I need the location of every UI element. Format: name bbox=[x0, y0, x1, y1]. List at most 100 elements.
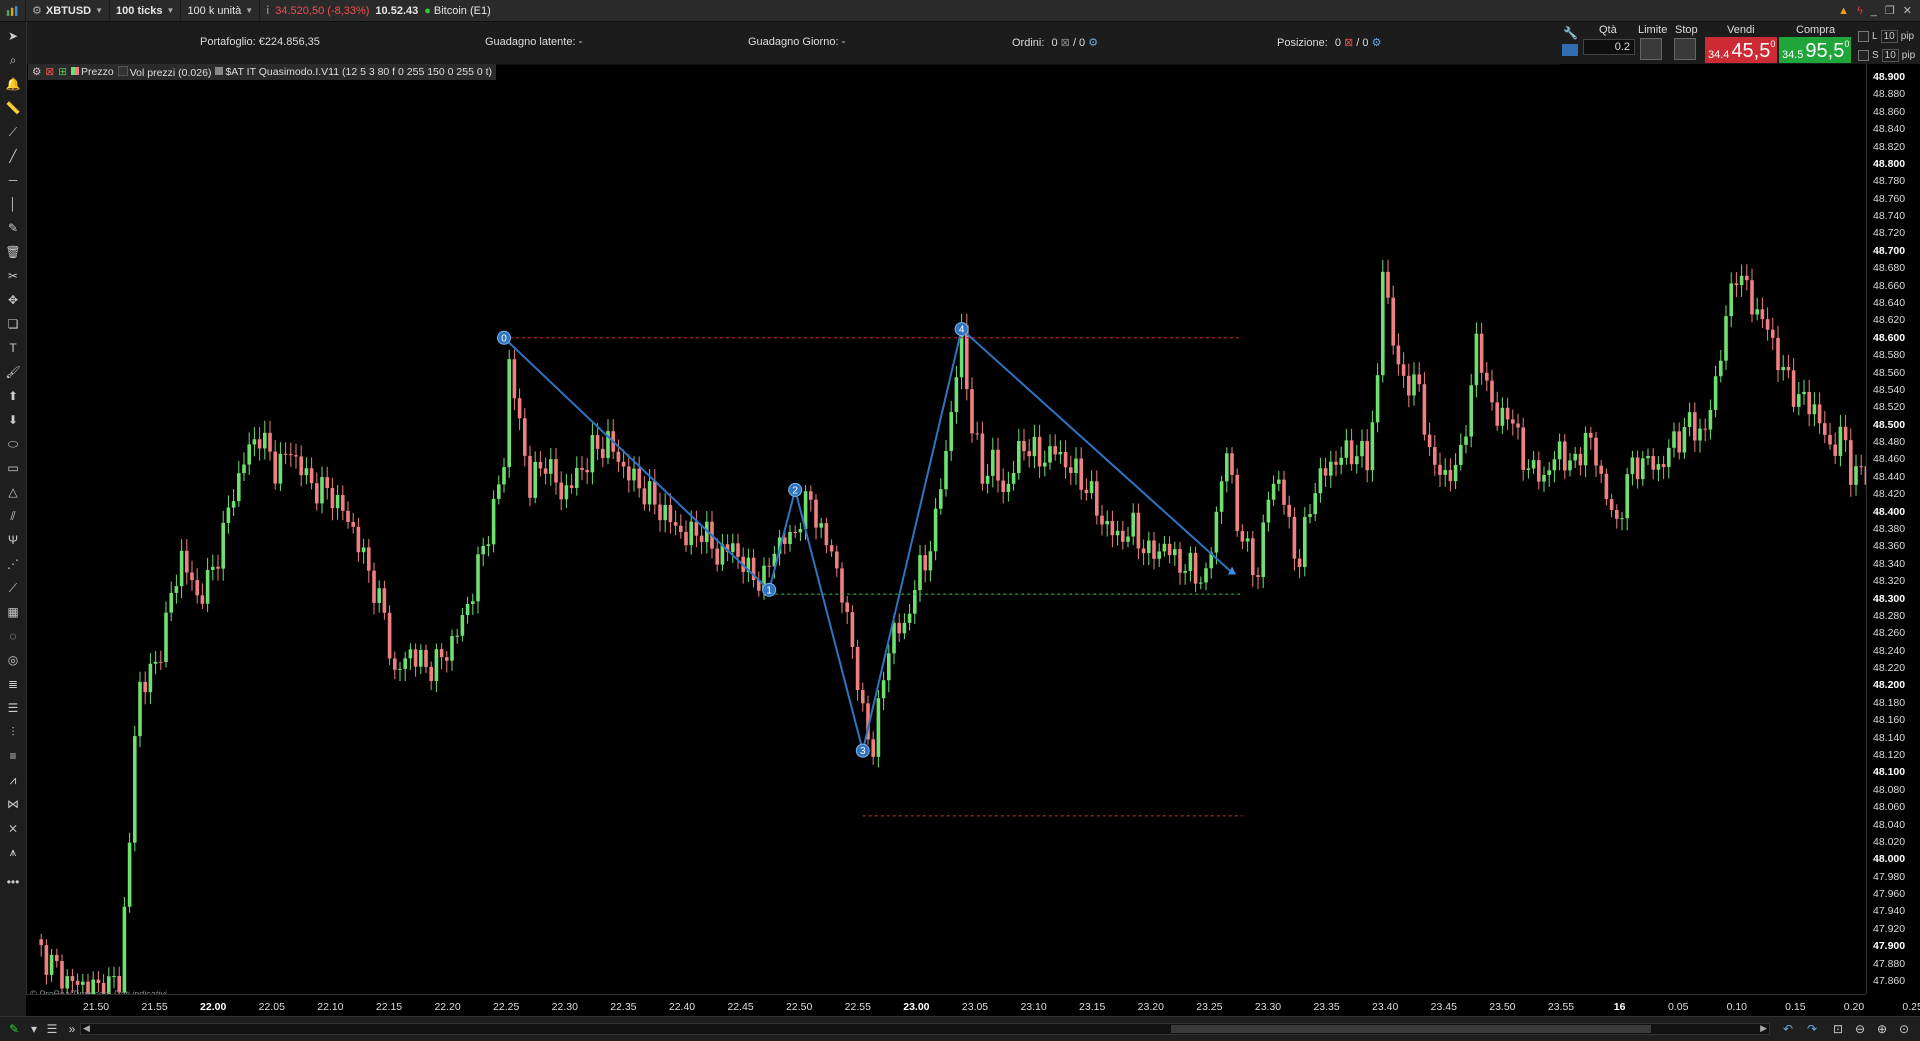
short-option[interactable]: S 10 pip bbox=[1858, 49, 1915, 62]
line-icon[interactable]: ╱ bbox=[5, 148, 21, 164]
app-logo-icon[interactable] bbox=[0, 0, 26, 22]
wrench-icon[interactable]: 🔧 bbox=[1563, 26, 1578, 40]
pattern-icon[interactable]: ⋈ bbox=[5, 796, 21, 812]
candle-body bbox=[1261, 522, 1265, 577]
redo-icon[interactable]: ↷ bbox=[1804, 1021, 1820, 1037]
candle-body bbox=[679, 525, 683, 532]
gann-fan-icon[interactable]: ⟋ bbox=[5, 580, 21, 596]
double-chevron-icon[interactable]: » bbox=[64, 1021, 80, 1037]
latent-gain: Guadagno latente: - bbox=[485, 36, 583, 48]
long-option[interactable]: L 10 pip bbox=[1858, 30, 1914, 43]
candle-body bbox=[731, 543, 735, 552]
channel-icon[interactable]: ⫽ bbox=[5, 508, 21, 524]
units-selector[interactable]: 100 k unità ▼ bbox=[181, 0, 261, 22]
sell-button[interactable]: 34.4 45,5 0 bbox=[1705, 37, 1777, 63]
candle-body bbox=[767, 565, 771, 567]
close-icon[interactable]: ✕ bbox=[1903, 4, 1912, 17]
candle-body bbox=[1453, 464, 1458, 482]
long-checkbox[interactable] bbox=[1858, 31, 1869, 42]
pattern-segment bbox=[861, 328, 963, 751]
bell-icon[interactable]: 🔔 bbox=[5, 76, 21, 92]
zoom-icon[interactable]: ⌕ bbox=[5, 52, 21, 68]
stop-order-button[interactable] bbox=[1674, 38, 1696, 60]
undo-icon[interactable]: ↶ bbox=[1780, 1021, 1796, 1037]
harmonic-icon[interactable]: ⨯ bbox=[5, 820, 21, 836]
candle-body bbox=[653, 481, 657, 505]
xabcd-icon[interactable]: ⩚ bbox=[5, 844, 21, 860]
price-axis[interactable]: 48.900 48.880 48.860 48.840 48.820 48.800 48.7… bbox=[1866, 64, 1920, 994]
fibonacci-time-icon[interactable]: ≡ bbox=[5, 748, 21, 764]
cursor-icon[interactable]: ➤ bbox=[5, 28, 21, 44]
tools-icon[interactable]: ✂ bbox=[5, 268, 21, 284]
long-pip-value[interactable]: 10 bbox=[1880, 30, 1898, 43]
move-icon[interactable]: ✥ bbox=[5, 292, 21, 308]
fibonacci-arc-icon[interactable]: ◌ bbox=[5, 628, 21, 644]
vertical-line-icon[interactable]: │ bbox=[5, 196, 21, 212]
gear-icon[interactable]: ⚙ bbox=[1372, 37, 1382, 49]
keyboard-icon[interactable] bbox=[1562, 44, 1578, 56]
gear-icon[interactable]: ⚙ bbox=[1088, 37, 1098, 49]
chart-scrollbar[interactable]: ◀ ▶ bbox=[80, 1023, 1770, 1035]
chevron-down-icon[interactable]: ▾ bbox=[26, 1021, 42, 1037]
timeframe-selector[interactable]: 100 ticks ▼ bbox=[110, 0, 182, 22]
symbol-icon: ⚙ bbox=[32, 5, 42, 17]
arrow-up-icon[interactable]: ⬆ bbox=[5, 388, 21, 404]
copy-icon[interactable]: ❏ bbox=[5, 316, 21, 332]
segment-icon[interactable]: ⟋ bbox=[5, 124, 21, 140]
qty-input[interactable]: 0.2 bbox=[1583, 39, 1635, 55]
text-icon[interactable]: T bbox=[5, 340, 21, 356]
candle-body bbox=[559, 482, 563, 500]
price-chart[interactable]: 0 1 2 3 4 bbox=[26, 64, 1866, 994]
trash-icon[interactable]: 🗑 bbox=[5, 244, 21, 260]
fibonacci-fan-icon[interactable]: ⫶ bbox=[5, 724, 21, 740]
zoom-reset-icon[interactable]: ⊙ bbox=[1896, 1021, 1912, 1037]
symbol-selector[interactable]: ⚙ XBTUSD ▼ bbox=[26, 0, 111, 22]
instrument-name: Bitcoin (E1) bbox=[433, 4, 491, 17]
scroll-left-icon[interactable]: ◀ bbox=[83, 1023, 90, 1034]
lightning-icon[interactable]: ϟ bbox=[1857, 5, 1863, 17]
time-axis[interactable]: 21.50 21.55 22.00 22.05 22.10 22.15 22.20 22.25… bbox=[26, 994, 1920, 1017]
y-tick-label: 48.380 bbox=[1873, 523, 1906, 535]
ruler-icon[interactable]: 📏 bbox=[5, 100, 21, 116]
zoom-out-icon[interactable]: ⊖ bbox=[1852, 1021, 1868, 1037]
elliott-icon[interactable]: ⩘ bbox=[5, 772, 21, 788]
pencil-icon[interactable]: ✎ bbox=[5, 220, 21, 236]
fibonacci-extension-icon[interactable]: ☰ bbox=[5, 700, 21, 716]
candle-body bbox=[174, 586, 179, 593]
menu-icon[interactable]: ☰ bbox=[44, 1021, 60, 1037]
warning-icon[interactable]: ▲ bbox=[1838, 5, 1849, 17]
limit-order-button[interactable] bbox=[1640, 38, 1662, 60]
gann-box-icon[interactable]: ▦ bbox=[5, 604, 21, 620]
candle-body bbox=[897, 622, 901, 634]
candle-body bbox=[1583, 432, 1588, 466]
pencil-icon[interactable]: ✎ bbox=[6, 1021, 22, 1037]
short-checkbox[interactable] bbox=[1858, 50, 1869, 61]
x-tick-label: 23.50 bbox=[1489, 1001, 1516, 1013]
scroll-right-icon[interactable]: ▶ bbox=[1760, 1023, 1767, 1034]
brush-icon[interactable]: 🖌 bbox=[5, 364, 21, 380]
buy-button[interactable]: 34.5 95,5 0 bbox=[1779, 37, 1851, 63]
short-pip-value[interactable]: 10 bbox=[1881, 49, 1899, 62]
more-icon[interactable]: ••• bbox=[5, 874, 21, 890]
fibonacci-circle-icon[interactable]: ◎ bbox=[5, 652, 21, 668]
fibonacci-retracement-icon[interactable]: ≣ bbox=[5, 676, 21, 692]
zoom-fit-icon[interactable]: ⊡ bbox=[1830, 1021, 1846, 1037]
arrow-down-icon[interactable]: ⬇ bbox=[5, 412, 21, 428]
candle-body bbox=[346, 510, 350, 522]
candle-body bbox=[793, 531, 797, 533]
horizontal-line-icon[interactable]: ─ bbox=[5, 172, 21, 188]
zoom-in-icon[interactable]: ⊕ bbox=[1874, 1021, 1890, 1037]
rectangle-icon[interactable]: ▭ bbox=[5, 460, 21, 476]
ellipse-icon[interactable]: ⬭ bbox=[5, 436, 21, 452]
gann-icon[interactable]: ⋰ bbox=[5, 556, 21, 572]
scrollbar-thumb[interactable] bbox=[1171, 1025, 1651, 1033]
pattern-point-label: 1 bbox=[766, 585, 772, 596]
restore-icon[interactable]: ❐ bbox=[1885, 4, 1895, 17]
triangle-icon[interactable]: △ bbox=[5, 484, 21, 500]
pitchfork-icon[interactable]: Ψ bbox=[5, 532, 21, 548]
y-tick-label: 48.660 bbox=[1873, 279, 1906, 292]
candle-body bbox=[1069, 467, 1073, 473]
minimize-icon[interactable]: _ bbox=[1871, 5, 1877, 17]
position-toggle-icon[interactable]: ⊠ bbox=[1344, 37, 1353, 49]
orders-toggle-icon[interactable]: ⊠ bbox=[1061, 37, 1070, 49]
